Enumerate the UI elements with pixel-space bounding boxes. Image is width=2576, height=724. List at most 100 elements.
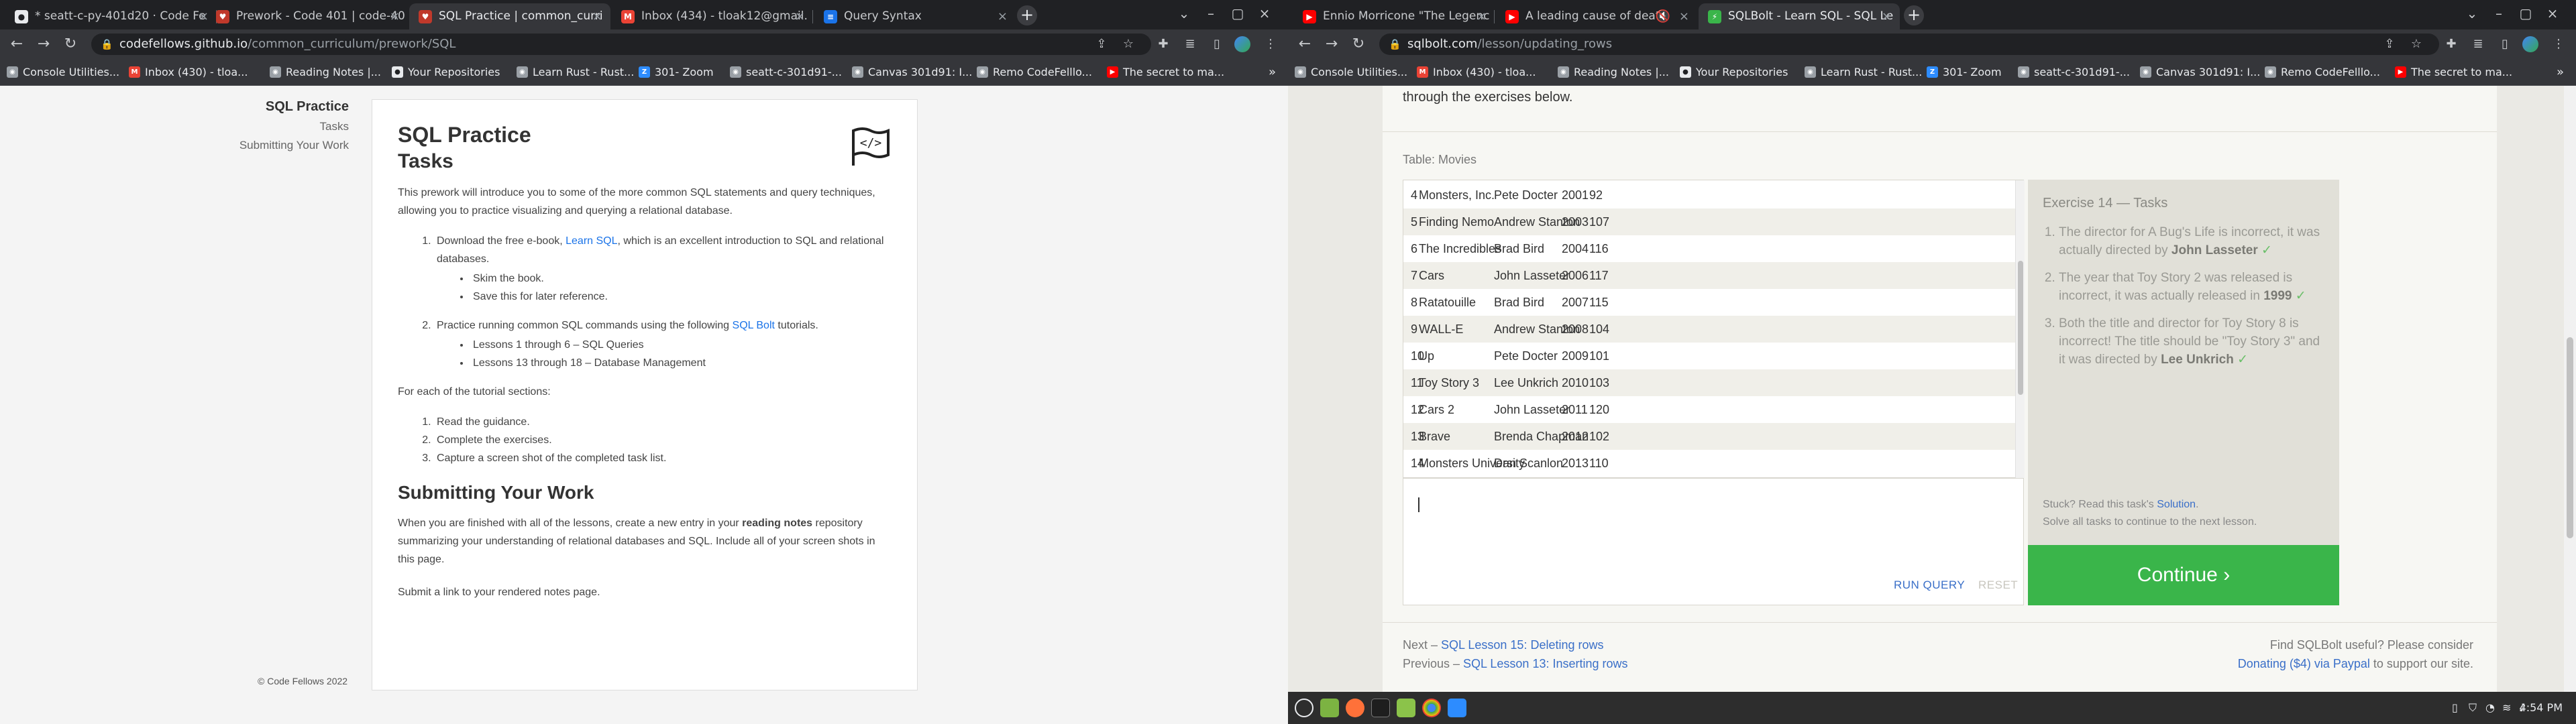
files-icon[interactable] (1320, 699, 1339, 717)
bookmark-item[interactable]: ▶ The secret to ma... (1107, 59, 1224, 86)
tab-prework[interactable]: ♥ Prework - Code 401 | code-40 × (207, 3, 408, 29)
back-icon[interactable]: ← (1295, 34, 1315, 54)
address-bar[interactable]: 🔒 sqlbolt.com/lesson/updating_rows (1379, 34, 2439, 55)
tray-wifi-icon[interactable]: ≋ (2502, 692, 2511, 724)
reload-icon[interactable]: ↻ (60, 34, 80, 54)
extensions-icon[interactable]: ✚ (2442, 35, 2461, 54)
bookmark-item[interactable]: ◉ Learn Rust - Rust... (1805, 59, 1922, 86)
new-tab-button[interactable]: + (1017, 5, 1037, 25)
scrollbar-thumb[interactable] (2018, 261, 2023, 395)
side-panel-icon[interactable]: ▯ (2496, 35, 2514, 54)
bookmarks-overflow-icon[interactable]: » (1269, 59, 1276, 86)
bookmark-item[interactable]: ● Your Repositories (1680, 59, 1788, 86)
bookmark-item[interactable]: ◉ Remo CodeFelllo... (977, 59, 1092, 86)
bookmark-label: Remo CodeFelllo... (993, 66, 1092, 78)
solution-link[interactable]: Solution (2157, 499, 2196, 510)
learn-sql-link[interactable]: Learn SQL (566, 235, 617, 247)
address-bar[interactable]: 🔒 codefellows.github.io/common_curriculu… (91, 34, 1151, 55)
profile-avatar[interactable] (1234, 36, 1250, 52)
close-icon[interactable]: × (1679, 3, 1689, 29)
bookmark-item[interactable]: ◉ Console Utilities... (7, 59, 119, 86)
bookmark-item[interactable]: ◉ Reading Notes |... (1558, 59, 1669, 86)
scrollbar-thumb[interactable] (2567, 337, 2573, 538)
tab-sql-practice[interactable]: ♥ SQL Practice | common_curri × (409, 3, 610, 29)
tab-query-syntax[interactable]: ≡ Query Syntax × (814, 3, 1016, 29)
profile-avatar[interactable] (2522, 36, 2538, 52)
tab-sqlbolt[interactable]: ⚡ SQLBolt - Learn SQL - SQL Le × (1699, 3, 1900, 29)
zoom-icon[interactable] (1448, 699, 1466, 717)
donate-link[interactable]: Donating ($4) via Paypal (2238, 657, 2370, 670)
bookmark-item[interactable]: ◉ Remo CodeFelllo... (2265, 59, 2380, 86)
bookmark-item[interactable]: ◉ Canvas 301d91: I... (852, 59, 972, 86)
close-icon[interactable]: × (592, 3, 602, 29)
close-icon[interactable]: × (795, 3, 805, 29)
side-panel-icon[interactable]: ▯ (1208, 35, 1226, 54)
run-query-button[interactable]: RUN QUERY (1894, 579, 1965, 592)
bookmarks-overflow-icon[interactable]: » (2557, 59, 2564, 86)
bookmark-star-icon[interactable]: ☆ (2407, 35, 2426, 54)
tray-window-icon[interactable]: ▯ (2452, 692, 2458, 724)
share-icon[interactable]: ⇪ (1092, 35, 1111, 54)
tray-shield-icon[interactable]: ⛉ (2469, 692, 2477, 724)
tab-ennio-morricone[interactable]: ▶ Ennio Morricone "The Legenc × (1293, 3, 1495, 29)
minimize-icon[interactable]: – (1201, 5, 1221, 21)
menu-icon[interactable]: ⋮ (2549, 35, 2568, 54)
terminal-icon[interactable] (1371, 699, 1390, 717)
folder-icon[interactable] (1397, 699, 1415, 717)
bookmark-item[interactable]: M Inbox (430) - tloa... (1417, 59, 1536, 86)
bookmark-star-icon[interactable]: ☆ (1119, 35, 1138, 54)
bookmark-item[interactable]: ◉ Learn Rust - Rust... (517, 59, 634, 86)
bookmark-item[interactable]: ◉ Reading Notes |... (270, 59, 381, 86)
reload-icon[interactable]: ↻ (1348, 34, 1368, 54)
forward-icon[interactable]: → (1322, 34, 1342, 54)
close-icon[interactable]: × (998, 3, 1008, 29)
bookmark-item[interactable]: ◉ seatt-c-301d91-... (2018, 59, 2130, 86)
back-icon[interactable]: ← (7, 34, 27, 54)
bookmark-item[interactable]: ◉ Canvas 301d91: I... (2140, 59, 2260, 86)
side-nav-title[interactable]: SQL Practice (134, 99, 349, 115)
close-icon[interactable]: × (1882, 3, 1892, 29)
new-tab-button[interactable]: + (1904, 5, 1924, 25)
close-icon[interactable]: × (390, 3, 400, 29)
side-nav-item-tasks[interactable]: Tasks (134, 120, 349, 133)
tab-seatt-c-py[interactable]: ● * seatt-c-py-401d20 · Code Fe × (5, 3, 217, 29)
menu-icon[interactable] (1295, 699, 1313, 717)
reset-button[interactable]: RESET (1978, 579, 2018, 592)
side-nav-item-submitting[interactable]: Submitting Your Work (134, 139, 349, 152)
bookmark-item[interactable]: ● Your Repositories (392, 59, 500, 86)
forward-icon[interactable]: → (34, 34, 54, 54)
reading-list-icon[interactable]: ≣ (2469, 35, 2487, 54)
close-icon[interactable]: × (1477, 3, 1487, 29)
tab-leading-cause[interactable]: ▶ A leading cause of death 🔇 × (1496, 3, 1697, 29)
table-scrollbar[interactable] (2015, 180, 2025, 478)
taskbar-clock[interactable]: 4:54 PM (2520, 692, 2563, 724)
chrome-icon[interactable] (1422, 699, 1441, 717)
previous-lesson-link[interactable]: SQL Lesson 13: Inserting rows (1463, 657, 1627, 670)
tray-network-icon[interactable]: ◔ (2485, 692, 2495, 724)
continue-button[interactable]: Continue › (2028, 545, 2339, 605)
bookmark-item[interactable]: ▶ The secret to ma... (2395, 59, 2512, 86)
minimize-icon[interactable]: – (2489, 5, 2509, 21)
next-lesson-link[interactable]: SQL Lesson 15: Deleting rows (1441, 638, 1603, 652)
bookmark-item[interactable]: Z 301- Zoom (639, 59, 714, 86)
bookmark-item[interactable]: M Inbox (430) - tloa... (129, 59, 248, 86)
close-window-icon[interactable]: × (1254, 5, 1275, 21)
firefox-icon[interactable] (1346, 699, 1364, 717)
gmail-icon: M (1417, 66, 1428, 78)
mute-icon[interactable]: 🔇 (1656, 3, 1670, 29)
tab-search-icon[interactable]: ⌄ (1174, 5, 1194, 21)
share-icon[interactable]: ⇪ (2380, 35, 2399, 54)
extensions-icon[interactable]: ✚ (1154, 35, 1173, 54)
bookmark-item[interactable]: ◉ seatt-c-301d91-... (730, 59, 842, 86)
maximize-icon[interactable]: ▢ (1228, 5, 1248, 21)
maximize-icon[interactable]: ▢ (2516, 5, 2536, 21)
menu-icon[interactable]: ⋮ (1261, 35, 1280, 54)
page-scrollbar[interactable] (2564, 86, 2576, 692)
close-window-icon[interactable]: × (2542, 5, 2563, 21)
bookmark-item[interactable]: ◉ Console Utilities... (1295, 59, 1407, 86)
tab-search-icon[interactable]: ⌄ (2462, 5, 2482, 21)
reading-list-icon[interactable]: ≣ (1181, 35, 1199, 54)
sql-bolt-link[interactable]: SQL Bolt (733, 320, 775, 331)
bookmark-item[interactable]: Z 301- Zoom (1927, 59, 2002, 86)
tab-inbox[interactable]: M Inbox (434) - tloak12@gmail. × (612, 3, 813, 29)
